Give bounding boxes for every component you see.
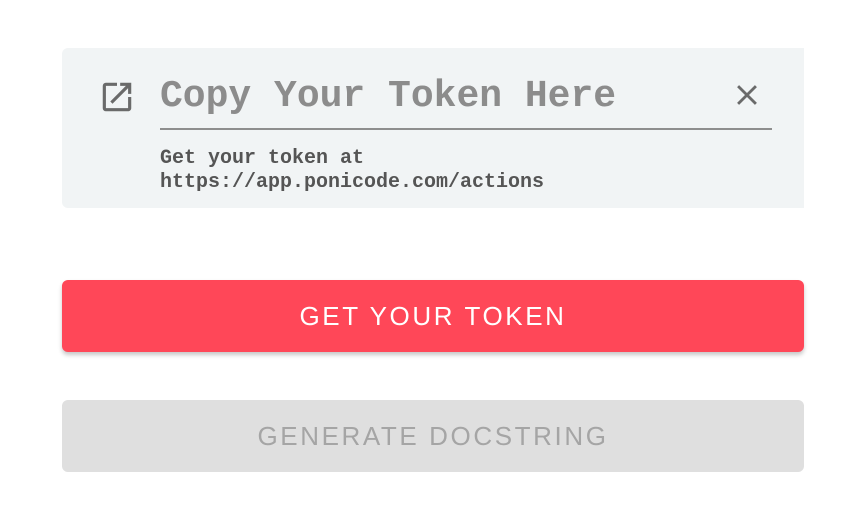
ponicode-panel: Get your token at https://app.ponicode.c… <box>0 0 850 506</box>
token-helper-text: Get your token at https://app.ponicode.c… <box>160 147 760 195</box>
token-input[interactable] <box>160 70 725 122</box>
token-card: Get your token at https://app.ponicode.c… <box>62 48 804 208</box>
clear-token-button[interactable] <box>728 76 766 114</box>
close-icon <box>737 85 757 105</box>
helper-line-2: https://app.ponicode.com/actions <box>160 171 545 194</box>
token-input-underline <box>160 128 772 130</box>
open-token-page-link[interactable] <box>98 78 136 116</box>
helper-line-1: Get your token at <box>160 147 365 170</box>
open-in-new-icon <box>102 82 132 112</box>
get-your-token-button[interactable]: GET YOUR TOKEN <box>62 280 804 352</box>
generate-docstring-button[interactable]: GENERATE DOCSTRING <box>62 400 804 472</box>
